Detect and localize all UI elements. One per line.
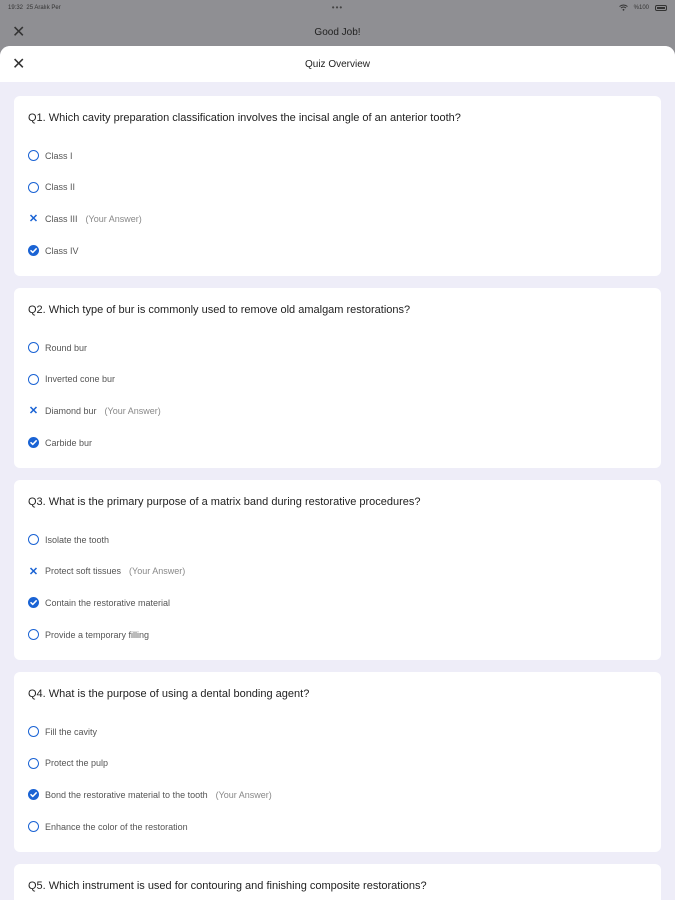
option-label: Inverted cone bur	[45, 374, 116, 385]
option-label: Enhance the color of the restoration	[45, 821, 188, 832]
option-label: Bond the restorative material to the too…	[45, 789, 208, 800]
question-text: Q4. What is the purpose of using a denta…	[28, 688, 310, 700]
questions-list[interactable]: Q1. Which cavity preparation classificat…	[0, 82, 675, 900]
option-label: Contain the restorative material	[45, 597, 171, 608]
wifi-icon	[618, 4, 628, 13]
answer-option[interactable]: Fill the cavity	[28, 716, 647, 748]
question-card: Q3. What is the primary purpose of a mat…	[14, 480, 661, 660]
option-label: Fill the cavity	[45, 726, 98, 737]
question-card: Q1. Which cavity preparation classificat…	[14, 96, 661, 276]
sheet-title: Quiz Overview	[304, 58, 370, 70]
answer-option[interactable]: Provide a temporary filling	[28, 619, 647, 651]
wrong-answer-x-icon: ✕	[28, 213, 39, 226]
radio-circle-icon	[28, 821, 39, 833]
option-label: Class I	[45, 150, 73, 161]
answer-option[interactable]: Contain the restorative material	[28, 587, 647, 619]
option-label: Class III	[45, 213, 78, 224]
close-icon[interactable]: ✕	[12, 54, 25, 74]
background-header: ✕ Good Job!	[0, 18, 675, 46]
question-text: Q3. What is the primary purpose of a mat…	[28, 496, 421, 508]
question-text: Q2. Which type of bur is commonly used t…	[28, 304, 411, 316]
option-label: Class IV	[45, 245, 79, 256]
radio-circle-icon	[28, 757, 39, 769]
question-text: Q1. Which cavity preparation classificat…	[28, 112, 461, 124]
radio-circle-icon	[28, 342, 39, 354]
radio-circle-icon	[28, 181, 39, 193]
answer-option[interactable]: Class I	[28, 140, 647, 172]
answer-option[interactable]: Class IV	[28, 235, 647, 267]
your-answer-tag: (Your Answer)	[85, 213, 142, 224]
option-label: Class II	[45, 182, 76, 193]
option-label: Provide a temporary filling	[45, 629, 150, 640]
answer-option[interactable]: Carbide bur	[28, 427, 647, 459]
status-time-date: 19:32 25 Aralık Per	[8, 5, 61, 11]
answer-option[interactable]: Inverted cone bur	[28, 364, 647, 396]
question-card: Q4. What is the purpose of using a denta…	[14, 672, 661, 852]
background-title: Good Job!	[314, 26, 361, 38]
option-label: Isolate the tooth	[45, 534, 110, 545]
radio-circle-icon	[28, 534, 39, 546]
your-answer-tag: (Your Answer)	[129, 566, 186, 577]
correct-check-icon	[28, 789, 39, 801]
answer-option[interactable]: Bond the restorative material to the too…	[28, 779, 647, 811]
option-label: Carbide bur	[45, 437, 93, 448]
question-text: Q5. Which instrument is used for contour…	[28, 880, 427, 892]
answer-option[interactable]: ✕ Protect soft tissues (Your Answer)	[28, 556, 647, 588]
correct-check-icon	[28, 437, 39, 449]
question-card: Q5. Which instrument is used for contour…	[14, 864, 661, 900]
radio-circle-icon	[28, 629, 39, 641]
sheet-header: ✕ Quiz Overview	[0, 46, 675, 82]
answer-option[interactable]: Protect the pulp	[28, 748, 647, 780]
your-answer-tag: (Your Answer)	[104, 405, 161, 416]
your-answer-tag: (Your Answer)	[215, 789, 272, 800]
answer-option[interactable]: Enhance the color of the restoration	[28, 811, 647, 843]
wrong-answer-x-icon: ✕	[28, 405, 39, 418]
answer-option[interactable]: ✕ Class III (Your Answer)	[28, 203, 647, 235]
battery-percent: %100	[633, 5, 649, 11]
radio-circle-icon	[28, 150, 39, 162]
option-label: Protect the pulp	[45, 758, 109, 769]
answer-option[interactable]: ✕ Diamond bur (Your Answer)	[28, 395, 647, 427]
quiz-overview-sheet: ✕ Quiz Overview Q1. Which cavity prepara…	[0, 46, 675, 900]
answer-option[interactable]: Isolate the tooth	[28, 524, 647, 556]
status-right: %100	[618, 4, 667, 13]
status-bar: 19:32 25 Aralık Per ••• %100	[0, 0, 675, 16]
multitasking-dots-icon[interactable]: •••	[332, 3, 343, 12]
status-date: 25 Aralık Per	[26, 5, 61, 11]
option-label: Diamond bur	[45, 405, 97, 416]
correct-check-icon	[28, 245, 39, 257]
close-icon[interactable]: ✕	[12, 22, 25, 42]
status-time: 19:32	[8, 5, 24, 11]
radio-circle-icon	[28, 726, 39, 738]
battery-icon	[655, 5, 667, 11]
question-card: Q2. Which type of bur is commonly used t…	[14, 288, 661, 468]
wrong-answer-x-icon: ✕	[28, 565, 39, 578]
correct-check-icon	[28, 597, 39, 609]
answer-option[interactable]: Round bur	[28, 332, 647, 364]
option-label: Round bur	[45, 342, 88, 353]
radio-circle-icon	[28, 373, 39, 385]
answer-option[interactable]: Class II	[28, 172, 647, 204]
option-label: Protect soft tissues	[45, 566, 122, 577]
